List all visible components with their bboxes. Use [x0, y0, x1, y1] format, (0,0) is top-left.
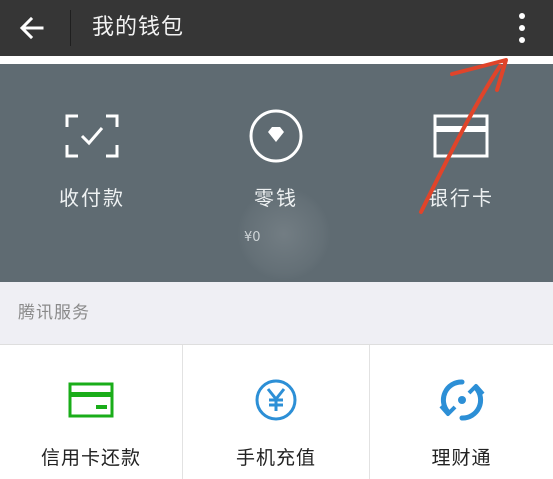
more-vertical-icon — [519, 13, 525, 43]
wallet-screen: 我的钱包 收付款 银行卡 ¥0 腾讯服务 信用卡还款 手机充值 理财通 — [0, 0, 553, 479]
yuan-circle-icon — [250, 377, 302, 423]
diamond-circle-icon — [248, 109, 304, 163]
receive-pay-button[interactable]: 收付款 — [0, 64, 184, 282]
credit-card-icon — [65, 377, 117, 423]
arrow-left-icon — [19, 16, 44, 40]
section-title: 腾讯服务 — [18, 303, 90, 323]
credit-card-repay-label: 信用卡还款 — [40, 447, 141, 469]
page-title: 我的钱包 — [92, 15, 185, 40]
more-button[interactable] — [502, 6, 542, 50]
licaitong-icon — [436, 377, 488, 423]
mobile-topup-button[interactable]: 手机充值 — [183, 345, 369, 479]
mobile-topup-label: 手机充值 — [235, 447, 316, 469]
services-grid: 信用卡还款 手机充值 理财通 — [0, 345, 553, 479]
bank-card-icon — [433, 112, 489, 160]
receive-pay-label: 收付款 — [59, 186, 125, 210]
credit-card-repay-button[interactable]: 信用卡还款 — [0, 345, 182, 479]
scan-check-icon — [64, 112, 120, 160]
change-balance: ¥0 — [244, 230, 261, 245]
licaitong-button[interactable]: 理财通 — [370, 345, 553, 479]
section-header: 腾讯服务 — [0, 282, 553, 345]
appbar-divider — [70, 10, 71, 46]
bank-card-button[interactable]: 银行卡 — [369, 64, 553, 282]
app-bar: 我的钱包 — [0, 0, 553, 56]
back-button[interactable] — [10, 6, 54, 50]
bank-card-label: 银行卡 — [428, 186, 494, 210]
licaitong-label: 理财通 — [431, 447, 492, 469]
wallet-panel: 收付款 零钱 银行卡 ¥0 — [0, 64, 553, 282]
